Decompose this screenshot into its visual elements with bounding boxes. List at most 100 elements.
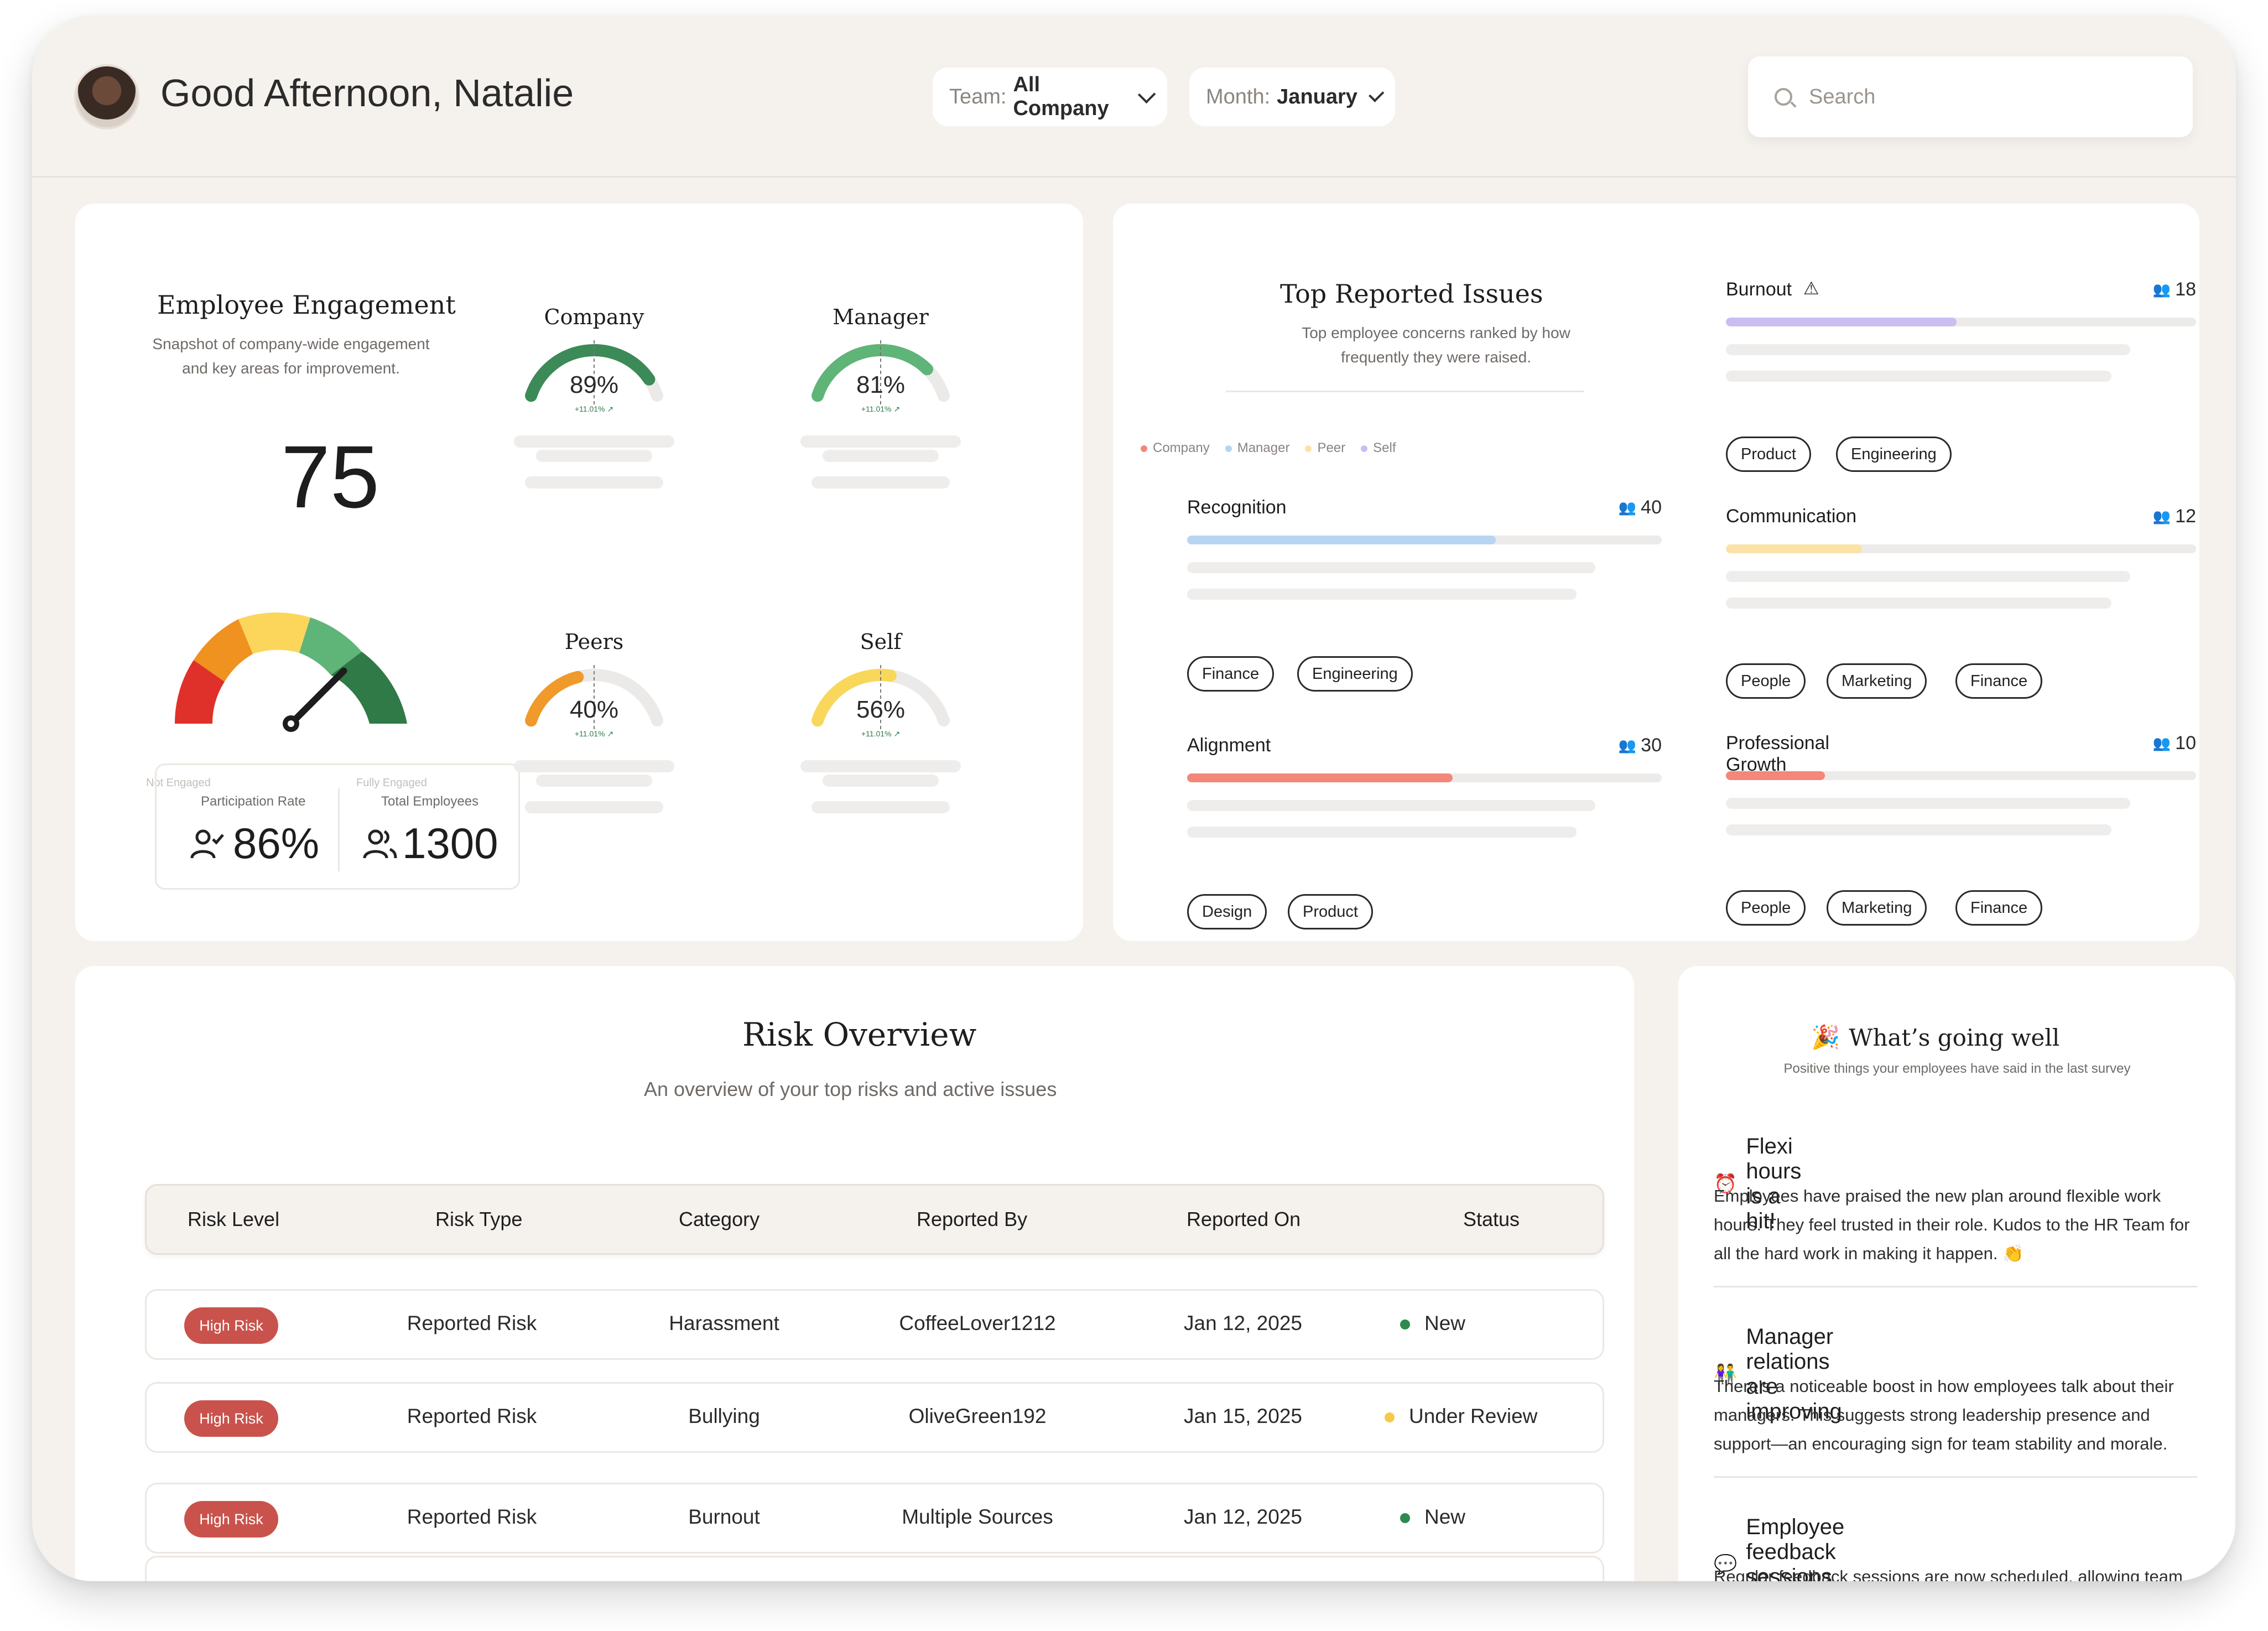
gauge-title: Self <box>860 630 902 654</box>
month-filter-dropdown[interactable]: Month: January <box>1189 67 1395 126</box>
team-filter-label: Team: <box>949 85 1007 108</box>
users-icon: 👥 <box>2152 281 2171 298</box>
engagement-title: Employee Engagement <box>157 290 456 320</box>
legend-manager: Manager <box>1225 440 1289 456</box>
tag-people[interactable]: People <box>1726 890 1806 926</box>
col-risk-type[interactable]: Risk Type <box>435 1208 522 1231</box>
issue-bar-fill <box>1187 536 1496 544</box>
risk-level-badge: High Risk <box>184 1307 278 1344</box>
chevron-down-icon <box>1369 86 1385 102</box>
tag-design[interactable]: Design <box>1187 894 1267 929</box>
skeleton-line <box>812 801 950 813</box>
issue-bar-fill <box>1726 318 1957 326</box>
engagement-card: Employee Engagement Snapshot of company-… <box>75 204 1083 941</box>
skeleton-line <box>1726 571 2130 582</box>
skeleton-line <box>1726 344 2130 355</box>
issue-bar <box>1726 771 2196 780</box>
cell-category: Bullying <box>688 1405 760 1427</box>
cell-by: CoffeeLover1212 <box>899 1312 1056 1334</box>
skeleton-line <box>1187 827 1577 838</box>
col-status[interactable]: Status <box>1463 1208 1520 1231</box>
table-row[interactable]: High Risk Reported Risk Burnout Multiple So… <box>145 1483 1604 1554</box>
tag-people[interactable]: People <box>1726 663 1806 699</box>
col-reported-on[interactable]: Reported On <box>1187 1208 1301 1231</box>
cell-type: Reported Risk <box>407 1405 537 1427</box>
tag-marketing[interactable]: Marketing <box>1827 663 1927 699</box>
issues-subtitle-line1: Top employee concerns ranked by how <box>1302 324 1570 341</box>
cell-category: Harassment <box>669 1312 779 1334</box>
table-row[interactable]: High Risk Reported Risk Bullying OliveGreen… <box>145 1382 1604 1453</box>
tag-finance[interactable]: Finance <box>1187 656 1275 692</box>
issue-bar-fill <box>1726 544 1862 553</box>
engagement-stats-box: Participation Rate 86% Total Employees 1… <box>155 763 520 890</box>
chevron-down-icon <box>1138 85 1156 103</box>
issue-bar <box>1726 544 2196 553</box>
header-divider <box>32 176 2236 178</box>
participation-label: Participation Rate <box>201 794 306 809</box>
issues-subtitle-line2: frequently they were raised. <box>1341 349 1531 366</box>
skeleton-line <box>1726 598 2111 609</box>
gauge-title: Company <box>544 305 644 329</box>
legend-company: Company <box>1141 440 1210 456</box>
col-category[interactable]: Category <box>679 1208 760 1231</box>
skeleton-line <box>800 435 961 448</box>
going-well-subtitle: Positive things your employees have said… <box>1783 1061 2131 1076</box>
skeleton-line <box>800 760 961 772</box>
issue-name: Alignment <box>1187 735 1271 756</box>
table-row-partial[interactable] <box>145 1556 1604 1581</box>
legend-dot-icon <box>1141 445 1147 452</box>
cell-status: New <box>1400 1312 1465 1335</box>
user-check-icon <box>190 829 224 859</box>
issue-count-value: 12 <box>2175 506 2196 527</box>
cell-type: Reported Risk <box>407 1505 537 1528</box>
col-reported-by[interactable]: Reported By <box>917 1208 1027 1231</box>
search-input[interactable]: Search <box>1748 56 2193 137</box>
col-risk-level[interactable]: Risk Level <box>188 1208 279 1231</box>
tag-engineering[interactable]: Engineering <box>1297 656 1413 692</box>
cell-on: Jan 12, 2025 <box>1184 1505 1302 1528</box>
status-dot-icon <box>1385 1412 1395 1423</box>
skeleton-line <box>823 775 939 787</box>
tag-finance[interactable]: Finance <box>1955 890 2043 926</box>
status-dot-icon <box>1400 1320 1410 1330</box>
skeleton-line <box>514 435 674 448</box>
gauge-needle <box>283 667 347 732</box>
table-row[interactable]: High Risk Reported Risk Harassment CoffeeLo… <box>145 1289 1604 1360</box>
engagement-subtitle-line2: and key areas for improvement. <box>182 360 400 377</box>
skeleton-line <box>536 450 652 462</box>
legend-self: Self <box>1361 440 1396 456</box>
going-well-item-body: There’s a noticeable boost in how employ… <box>1714 1377 2174 1453</box>
avatar[interactable] <box>74 64 139 129</box>
gauge-delta: +11.01% ↗ <box>574 404 614 413</box>
issue-count: 👥 12 <box>2130 506 2196 527</box>
team-filter-dropdown[interactable]: Team: All Company <box>933 67 1167 126</box>
engagement-gauge <box>174 612 407 732</box>
issue-bar-fill <box>1726 771 1825 780</box>
tag-engineering[interactable]: Engineering <box>1836 437 1952 472</box>
issue-bar <box>1187 773 1662 782</box>
gauge-value: 40% <box>569 696 619 723</box>
skeleton-line <box>514 760 674 772</box>
gauge-value: 81% <box>856 371 906 398</box>
stats-divider <box>338 788 340 871</box>
going-well-title: 🎉 What’s going well <box>1811 1024 2059 1051</box>
skeleton-line <box>1726 798 2130 809</box>
legend-dot-icon <box>1361 445 1368 452</box>
tag-marketing[interactable]: Marketing <box>1827 890 1927 926</box>
issues-title: Top Reported Issues <box>1280 279 1543 309</box>
users-icon: 👥 <box>2152 735 2171 751</box>
tag-finance[interactable]: Finance <box>1955 663 2043 699</box>
item-divider <box>1714 1286 2197 1287</box>
cell-category: Burnout <box>688 1505 760 1528</box>
risk-table-header: Risk Level Risk Type Category Reported B… <box>145 1184 1604 1255</box>
tag-product[interactable]: Product <box>1726 437 1811 472</box>
gauge-value: 56% <box>856 696 906 723</box>
skeleton-line <box>823 450 939 462</box>
users-icon: 👥 <box>1618 499 1637 516</box>
participation-value: 86% <box>233 819 320 868</box>
cell-on: Jan 12, 2025 <box>1184 1312 1302 1334</box>
tag-product[interactable]: Product <box>1288 894 1373 929</box>
issue-count-value: 10 <box>2175 733 2196 754</box>
skeleton-line <box>1187 589 1577 600</box>
participation-stat: 86% <box>190 818 319 869</box>
